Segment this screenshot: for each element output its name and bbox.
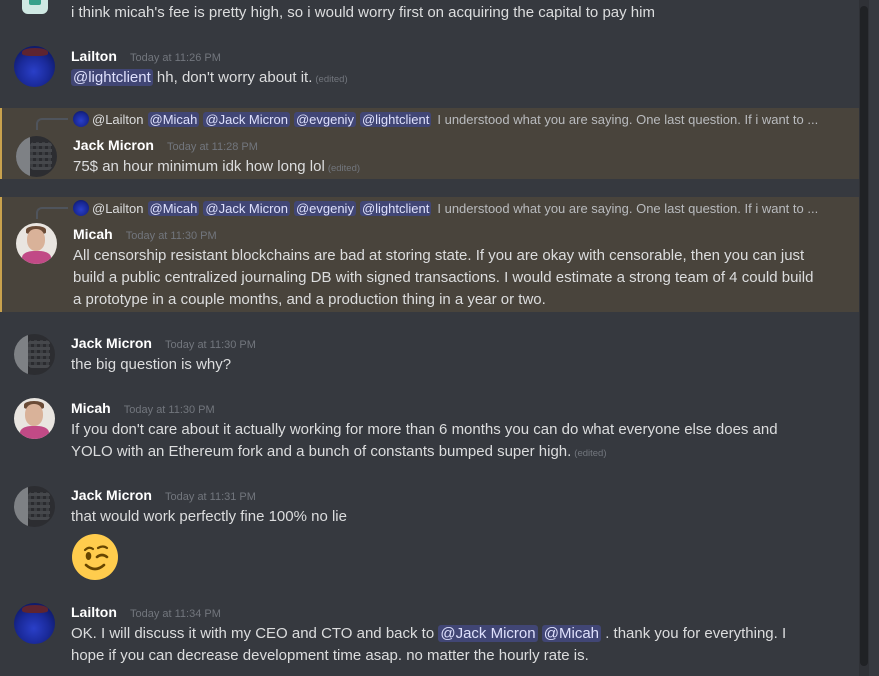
message: Lailton Today at 11:26 PM @lightclient h… xyxy=(0,42,869,97)
scrollbar[interactable] xyxy=(859,0,869,676)
message: Micah Today at 11:30 PM If you don't car… xyxy=(0,395,869,470)
message-header: Lailton Today at 11:34 PM xyxy=(71,602,221,624)
avatar xyxy=(73,111,89,127)
message-body: If you don't care about it actually work… xyxy=(71,421,778,460)
reply-connector xyxy=(36,118,68,130)
message: @Lailton @Micah @Jack Micron @evgeniy @light… xyxy=(0,197,869,312)
mention[interactable]: @Jack Micron xyxy=(203,201,290,216)
mention[interactable]: @Jack Micron xyxy=(203,112,290,127)
avatar[interactable] xyxy=(14,46,55,87)
mention[interactable]: @evgeniy xyxy=(293,112,356,127)
message-header: Lailton Today at 11:26 PM xyxy=(71,46,221,68)
mention[interactable]: @Micah xyxy=(147,201,200,216)
mention[interactable]: @lightclient xyxy=(359,112,432,127)
timestamp: Today at 11:31 PM xyxy=(165,491,256,503)
edited-tag: (edited) xyxy=(315,74,348,85)
timestamp: Today at 11:34 PM xyxy=(129,608,221,620)
timestamp: Today at 11:30 PM xyxy=(165,339,256,351)
reply-connector xyxy=(36,207,68,219)
mention[interactable]: @lightclient xyxy=(71,69,153,86)
message-text: the big question is why? xyxy=(71,356,232,373)
avatar[interactable] xyxy=(22,0,48,14)
reply-preview[interactable]: @Lailton @Micah @Jack Micron @evgeniy @light… xyxy=(73,200,818,218)
reply-username[interactable]: @Lailton xyxy=(92,201,144,216)
edited-tag: (edited) xyxy=(574,448,607,459)
message-text: 75$ an hour minimum idk how long lol (edi… xyxy=(73,156,831,180)
avatar[interactable] xyxy=(14,486,55,527)
message: @Lailton @Micah @Jack Micron @evgeniy @light… xyxy=(0,108,869,179)
reply-quote[interactable]: I understood what you are saying. One la… xyxy=(437,112,818,127)
scrollbar-thumb[interactable] xyxy=(860,6,868,666)
username[interactable]: Jack Micron xyxy=(71,487,152,503)
message-header: Micah Today at 11:30 PM xyxy=(71,398,215,420)
message-text: i think micah's fee is pretty high, so i… xyxy=(71,4,655,21)
avatar[interactable] xyxy=(16,223,57,264)
mention[interactable]: @Jack Micron xyxy=(438,625,538,642)
username[interactable]: Lailton xyxy=(71,48,117,64)
timestamp: Today at 11:30 PM xyxy=(125,230,217,242)
edited-tag: (edited) xyxy=(327,163,361,174)
mention[interactable]: @lightclient xyxy=(359,201,432,216)
timestamp: Today at 11:28 PM xyxy=(167,141,258,153)
message: Lailton Today at 11:34 PM OK. I will dis… xyxy=(0,599,869,676)
reply-username[interactable]: @Lailton xyxy=(92,112,144,127)
message-text: All censorship resistant blockchains are… xyxy=(73,247,814,308)
mention[interactable]: @Micah xyxy=(147,112,200,127)
message-body: 75$ an hour minimum idk how long lol xyxy=(73,158,325,175)
username[interactable]: Jack Micron xyxy=(73,137,154,153)
reply-quote[interactable]: I understood what you are saying. One la… xyxy=(437,201,818,216)
username[interactable]: Lailton xyxy=(71,604,117,620)
username[interactable]: Micah xyxy=(71,400,111,416)
message-header: Jack Micron Today at 11:28 PM xyxy=(73,135,258,157)
message-body: OK. I will discuss it with my CEO and CT… xyxy=(71,625,439,642)
avatar[interactable] xyxy=(14,603,55,644)
message-header: Jack Micron Today at 11:30 PM xyxy=(71,333,256,355)
avatar[interactable] xyxy=(14,334,55,375)
message-body: hh, don't worry about it. xyxy=(152,69,313,86)
winking-face-icon[interactable] xyxy=(71,533,119,581)
timestamp: Today at 11:26 PM xyxy=(129,52,221,64)
reply-preview[interactable]: @Lailton @Micah @Jack Micron @evgeniy @light… xyxy=(73,111,818,129)
message-text: that would work perfectly fine 100% no l… xyxy=(71,508,347,525)
message-header: Jack Micron Today at 11:31 PM xyxy=(71,485,256,507)
chat-messages: i think micah's fee is pretty high, so i… xyxy=(0,0,869,676)
avatar xyxy=(73,200,89,216)
avatar[interactable] xyxy=(14,398,55,439)
message-text: If you don't care about it actually work… xyxy=(71,419,789,465)
mention[interactable]: @Micah xyxy=(541,625,602,642)
message-header: Micah Today at 11:30 PM xyxy=(73,224,217,246)
timestamp: Today at 11:30 PM xyxy=(123,404,215,416)
username[interactable]: Jack Micron xyxy=(71,335,152,351)
mention[interactable]: @evgeniy xyxy=(293,201,356,216)
message-text: @lightclient hh, don't worry about it. (e… xyxy=(71,67,829,91)
message-text: OK. I will discuss it with my CEO and CT… xyxy=(71,623,814,667)
message: Jack Micron Today at 11:30 PM the big qu… xyxy=(0,330,869,385)
message: i think micah's fee is pretty high, so i… xyxy=(0,0,869,30)
avatar[interactable] xyxy=(16,136,57,177)
message: Jack Micron Today at 11:31 PM that would… xyxy=(0,482,869,587)
username[interactable]: Micah xyxy=(73,226,113,242)
